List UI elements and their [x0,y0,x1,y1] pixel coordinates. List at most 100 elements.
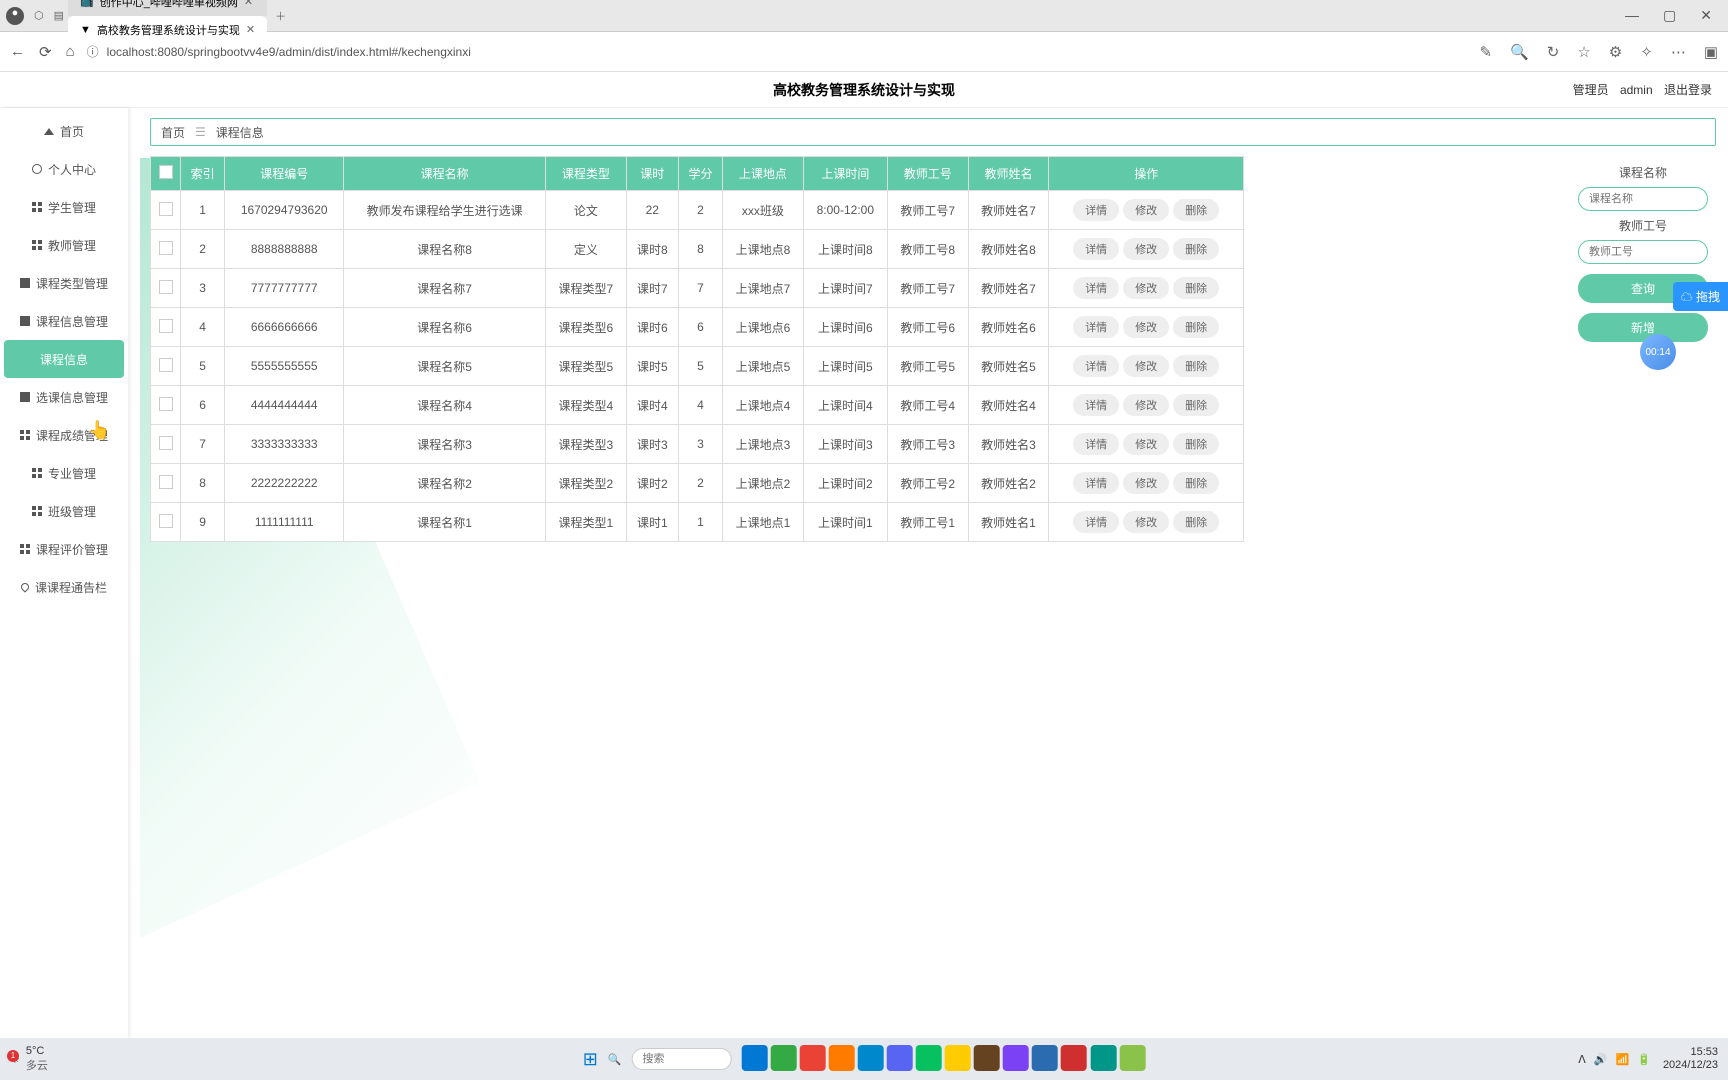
row-checkbox[interactable] [159,319,173,333]
detail-button[interactable]: 详情 [1073,433,1119,455]
toolbar-icon[interactable]: ⋯ [1671,43,1686,61]
sidebar-item[interactable]: 首页 [0,112,128,150]
toolbar-icon[interactable]: 🔍 [1510,43,1529,61]
edit-button[interactable]: 修改 [1123,511,1169,533]
tray-icon[interactable]: 🔊 [1594,1054,1608,1066]
sidebar-item[interactable]: 专业管理 [0,454,128,492]
nav-home-icon[interactable]: ⌂ [66,43,75,61]
row-checkbox[interactable] [159,436,173,450]
add-button[interactable]: 新增 [1578,313,1708,342]
taskbar-search[interactable] [631,1048,731,1070]
delete-button[interactable]: 删除 [1173,433,1219,455]
taskbar-app-icon[interactable] [858,1045,884,1071]
sidebar-item[interactable]: 学生管理 [0,188,128,226]
toolbar-icon[interactable]: ☆ [1577,43,1590,61]
toolbar-icon[interactable]: ✧ [1640,43,1653,61]
taskbar-app-icon[interactable] [945,1045,971,1071]
tray-icon[interactable]: 📶 [1616,1054,1630,1066]
taskbar-app-icon[interactable] [1090,1045,1116,1071]
edit-button[interactable]: 修改 [1123,277,1169,299]
select-all-checkbox[interactable] [159,165,173,179]
row-checkbox[interactable] [159,241,173,255]
detail-button[interactable]: 详情 [1073,472,1119,494]
window-maximize[interactable]: ▢ [1663,7,1676,24]
filter-input-name[interactable] [1578,187,1708,211]
drag-widget[interactable]: ☁ 拖拽 [1673,282,1728,311]
taskbar-app-icon[interactable] [771,1045,797,1071]
toolbar-icon[interactable]: ⚙ [1609,43,1622,61]
delete-button[interactable]: 删除 [1173,316,1219,338]
toolbar-icon[interactable]: ✎ [1479,43,1492,61]
delete-button[interactable]: 删除 [1173,355,1219,377]
sidebar-item[interactable]: 班级管理 [0,492,128,530]
sidebar-item[interactable]: 课课程通告栏 [0,568,128,606]
toolbar-icon[interactable]: ▣ [1704,43,1718,61]
taskbar-app-icon[interactable] [887,1045,913,1071]
tab-close-icon[interactable]: ✕ [246,23,255,36]
row-checkbox[interactable] [159,514,173,528]
edit-button[interactable]: 修改 [1123,199,1169,221]
site-info-icon[interactable]: ⓘ [87,43,99,60]
detail-button[interactable]: 详情 [1073,355,1119,377]
sidebar-item[interactable]: 课程类型管理 [0,264,128,302]
delete-button[interactable]: 删除 [1173,277,1219,299]
newtab-button[interactable]: ＋ [275,8,286,24]
weather-icon[interactable]: ☀1 [10,1053,20,1066]
row-checkbox[interactable] [159,397,173,411]
sidebar-item[interactable]: 课程信息 [4,340,124,378]
tab-close-icon[interactable]: ✕ [244,0,253,8]
breadcrumb-home[interactable]: 首页 [161,124,185,141]
taskbar-app-icon[interactable] [1119,1045,1145,1071]
delete-button[interactable]: 删除 [1173,199,1219,221]
delete-button[interactable]: 删除 [1173,472,1219,494]
taskbar-app-icon[interactable] [1061,1045,1087,1071]
recording-timer[interactable]: 00:14 [1640,334,1676,370]
profile-icon[interactable]: ● [6,7,24,25]
sidebar-item[interactable]: 课程评价管理 [0,530,128,568]
taskbar-app-icon[interactable] [741,1045,767,1071]
edit-button[interactable]: 修改 [1123,316,1169,338]
browser-tab[interactable]: 📺创作中心_哔哩哔哩单视频网✕ [68,0,267,16]
taskbar-app-icon[interactable] [800,1045,826,1071]
logout-link[interactable]: 退出登录 [1664,83,1712,97]
tray-icon[interactable]: 🔋 [1637,1054,1651,1066]
delete-button[interactable]: 删除 [1173,511,1219,533]
url-text[interactable]: localhost:8080/springbootvv4e9/admin/dis… [107,45,471,59]
delete-button[interactable]: 删除 [1173,238,1219,260]
copilot-icon[interactable]: ⬡ [34,9,44,22]
edit-button[interactable]: 修改 [1123,472,1169,494]
toolbar-icon[interactable]: ↻ [1547,43,1560,61]
edit-button[interactable]: 修改 [1123,394,1169,416]
detail-button[interactable]: 详情 [1073,316,1119,338]
detail-button[interactable]: 详情 [1073,238,1119,260]
taskbar-app-icon[interactable] [829,1045,855,1071]
start-icon[interactable]: ⊞ [583,1049,598,1070]
sidebar-item[interactable]: 课程成绩管理 [0,416,128,454]
window-minimize[interactable]: — [1625,7,1639,24]
row-checkbox[interactable] [159,358,173,372]
sidebar-item[interactable]: 教师管理 [0,226,128,264]
browser-tab[interactable]: ▼高校教务管理系统设计与实现✕ [68,16,267,44]
tablist-icon[interactable]: ▤ [54,9,64,22]
taskbar-app-icon[interactable] [916,1045,942,1071]
window-close[interactable]: ✕ [1700,7,1712,24]
sidebar-item[interactable]: 选课信息管理 [0,378,128,416]
nav-back-icon[interactable]: ← [10,43,25,61]
row-checkbox[interactable] [159,202,173,216]
edit-button[interactable]: 修改 [1123,355,1169,377]
edit-button[interactable]: 修改 [1123,238,1169,260]
sidebar-item[interactable]: 个人中心 [0,150,128,188]
row-checkbox[interactable] [159,475,173,489]
delete-button[interactable]: 删除 [1173,394,1219,416]
taskbar-app-icon[interactable] [974,1045,1000,1071]
filter-input-tid[interactable] [1578,240,1708,264]
nav-refresh-icon[interactable]: ⟳ [39,43,52,61]
taskbar-app-icon[interactable] [1003,1045,1029,1071]
tray-icon[interactable]: ᐱ [1578,1054,1586,1066]
detail-button[interactable]: 详情 [1073,511,1119,533]
taskbar-clock[interactable]: 15:53 2024/12/23 [1663,1046,1718,1072]
edit-button[interactable]: 修改 [1123,433,1169,455]
detail-button[interactable]: 详情 [1073,199,1119,221]
detail-button[interactable]: 详情 [1073,394,1119,416]
row-checkbox[interactable] [159,280,173,294]
